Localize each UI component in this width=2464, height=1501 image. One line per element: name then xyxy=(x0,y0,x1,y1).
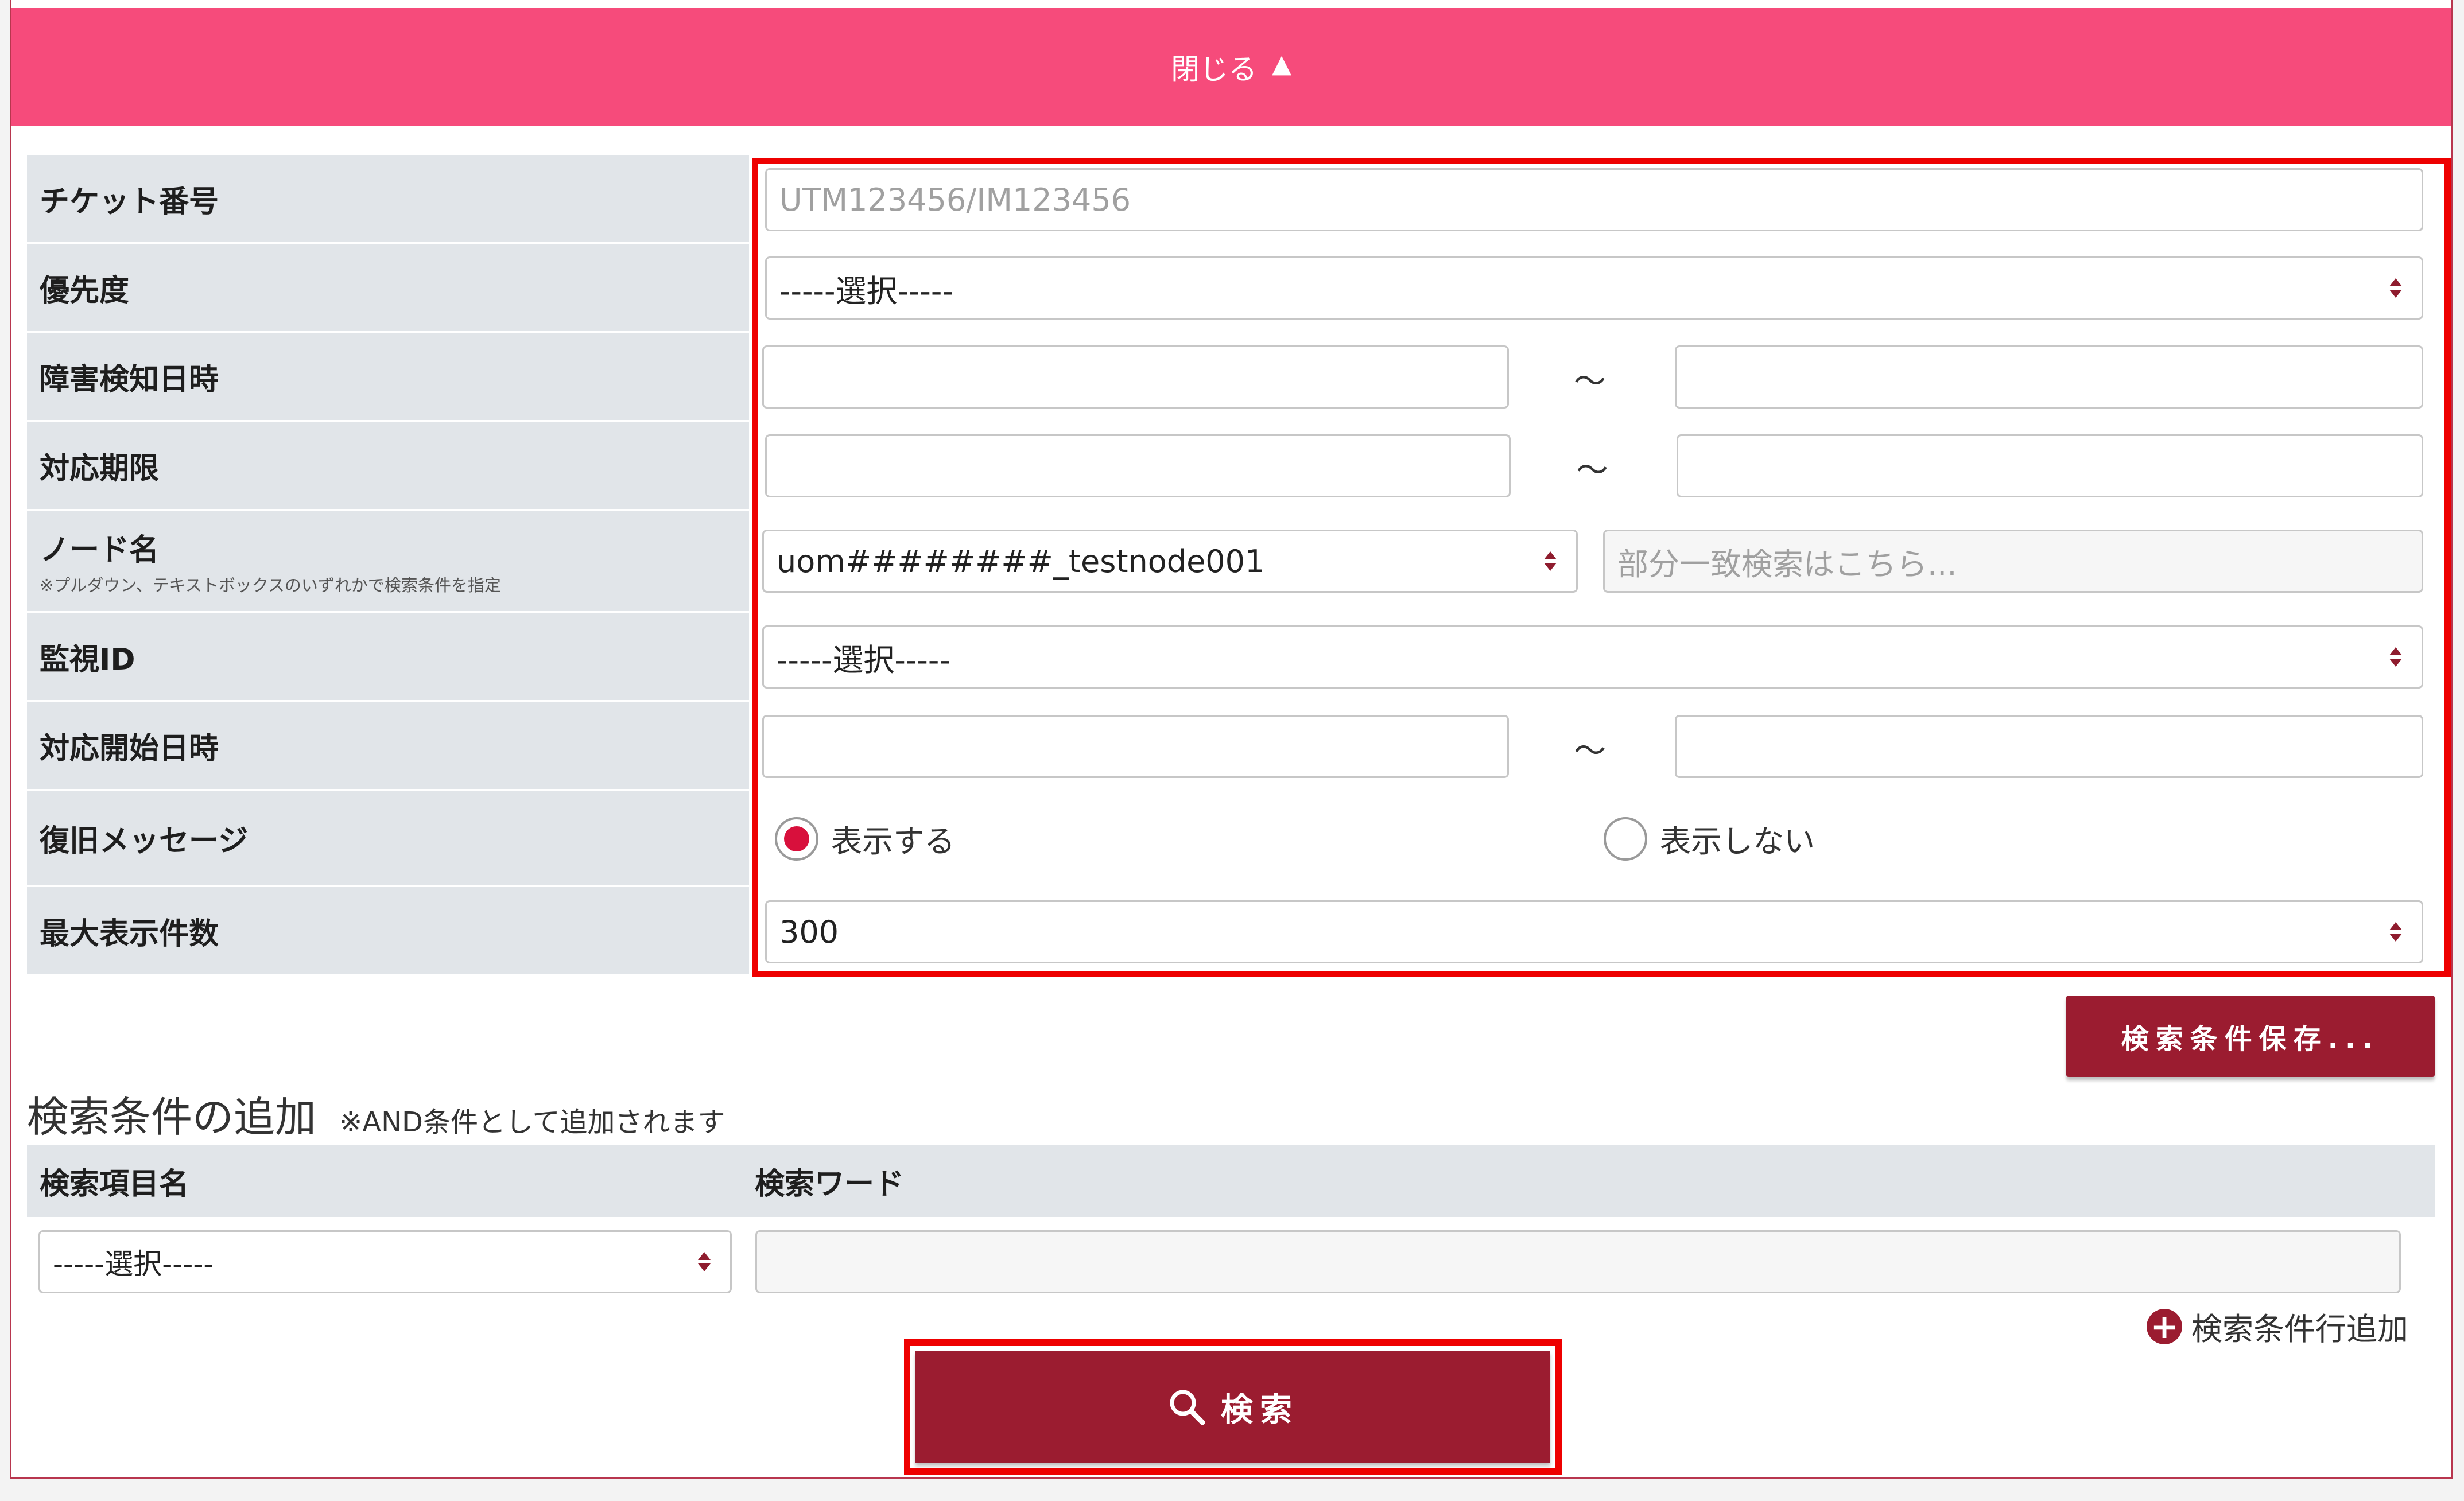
select-arrow-icon xyxy=(2389,278,2402,298)
detect-to-input[interactable] xyxy=(1675,345,2423,409)
select-arrow-icon xyxy=(698,1252,711,1271)
close-label: 閉じる xyxy=(1171,53,1258,86)
add-conditions-note: ※AND条件として追加されます xyxy=(339,1106,725,1138)
ticket-label: チケット番号 xyxy=(27,155,749,242)
recovery-show-label: 表示する xyxy=(831,823,955,860)
ticket-placeholder: UTM123456/IM123456 xyxy=(779,181,1131,218)
conditions-header: 検索項目名 検索ワード xyxy=(27,1145,2435,1217)
start-tilde: ～ xyxy=(1574,733,1606,770)
node-partial-input[interactable]: 部分一致検索はこちら... xyxy=(1603,530,2423,593)
close-toggle-bar[interactable]: 閉じる ▲ xyxy=(11,8,2451,126)
max-count-value: 300 xyxy=(779,913,839,950)
node-label: ノード名 ※プルダウン、テキストボックスのいずれかで検索条件を指定 xyxy=(27,511,749,611)
ticket-label-text: チケット番号 xyxy=(40,184,219,219)
monitor-id-label: 監視ID xyxy=(27,613,749,700)
start-to-input[interactable] xyxy=(1675,715,2423,778)
priority-label: 優先度 xyxy=(27,244,749,331)
deadline-tilde: ～ xyxy=(1576,452,1608,489)
monitor-id-value: -----選択----- xyxy=(777,641,950,678)
node-partial-placeholder: 部分一致検索はこちら... xyxy=(1617,546,1957,582)
search-button-label: 検索 xyxy=(1221,1391,1299,1429)
start-from-input[interactable] xyxy=(762,715,1509,778)
select-arrow-icon xyxy=(2389,922,2402,942)
recovery-hide-radio[interactable]: 表示しない xyxy=(1604,816,1815,861)
condition-word-input[interactable] xyxy=(755,1230,2401,1293)
priority-value: -----選択----- xyxy=(779,273,953,309)
max-count-label-text: 最大表示件数 xyxy=(40,916,219,951)
recovery-show-radio[interactable]: 表示する xyxy=(775,816,955,861)
select-arrow-icon xyxy=(1544,551,1557,571)
save-conditions-button[interactable]: 検索条件保存... xyxy=(2066,996,2435,1077)
search-button[interactable]: 検索 xyxy=(915,1351,1550,1463)
col-word-header: 検索ワード xyxy=(755,1166,905,1201)
add-row-label: 検索条件行追加 xyxy=(2191,1311,2408,1347)
recovery-label-text: 復旧メッセージ xyxy=(40,824,248,858)
plus-circle-icon: + xyxy=(2147,1308,2182,1344)
radio-selected-icon xyxy=(775,816,818,861)
detect-tilde: ～ xyxy=(1574,363,1606,400)
add-conditions-heading: 検索条件の追加 xyxy=(27,1093,317,1141)
deadline-label: 対応期限 xyxy=(27,422,749,509)
deadline-label-text: 対応期限 xyxy=(40,451,160,486)
detect-datetime-label-text: 障害検知日時 xyxy=(40,362,219,397)
condition-item-value: -----選択----- xyxy=(53,1247,214,1281)
max-count-label: 最大表示件数 xyxy=(27,887,749,974)
node-note: ※プルダウン、テキストボックスのいずれかで検索条件を指定 xyxy=(40,575,501,595)
recovery-hide-label: 表示しない xyxy=(1660,823,1815,860)
search-icon xyxy=(1170,1390,1205,1425)
ticket-input[interactable]: UTM123456/IM123456 xyxy=(765,168,2423,231)
select-arrow-icon xyxy=(2389,647,2402,667)
node-label-text: ノード名 xyxy=(40,533,160,567)
deadline-to-input[interactable] xyxy=(1677,434,2423,497)
start-datetime-label: 対応開始日時 xyxy=(27,702,749,789)
priority-label-text: 優先度 xyxy=(40,273,130,308)
monitor-id-label-text: 監視ID xyxy=(40,642,135,677)
condition-item-select[interactable]: -----選択----- xyxy=(38,1230,732,1293)
deadline-from-input[interactable] xyxy=(765,434,1511,497)
col-item-header: 検索項目名 xyxy=(40,1166,189,1201)
add-condition-row-button[interactable]: + 検索条件行追加 xyxy=(2147,1304,2408,1349)
node-select[interactable]: uom########_testnode001 xyxy=(762,530,1578,593)
recovery-label: 復旧メッセージ xyxy=(27,791,749,885)
detect-datetime-label: 障害検知日時 xyxy=(27,333,749,420)
max-count-select[interactable]: 300 xyxy=(765,900,2423,963)
monitor-id-select[interactable]: -----選択----- xyxy=(762,625,2423,689)
start-datetime-label-text: 対応開始日時 xyxy=(40,731,219,766)
priority-select[interactable]: -----選択----- xyxy=(765,256,2423,320)
triangle-up-icon: ▲ xyxy=(1272,49,1291,79)
node-select-value: uom########_testnode001 xyxy=(777,543,1265,580)
radio-unselected-icon xyxy=(1604,816,1647,861)
detect-from-input[interactable] xyxy=(762,345,1509,409)
add-conditions-title: 検索条件の追加 ※AND条件として追加されます xyxy=(27,1083,725,1144)
